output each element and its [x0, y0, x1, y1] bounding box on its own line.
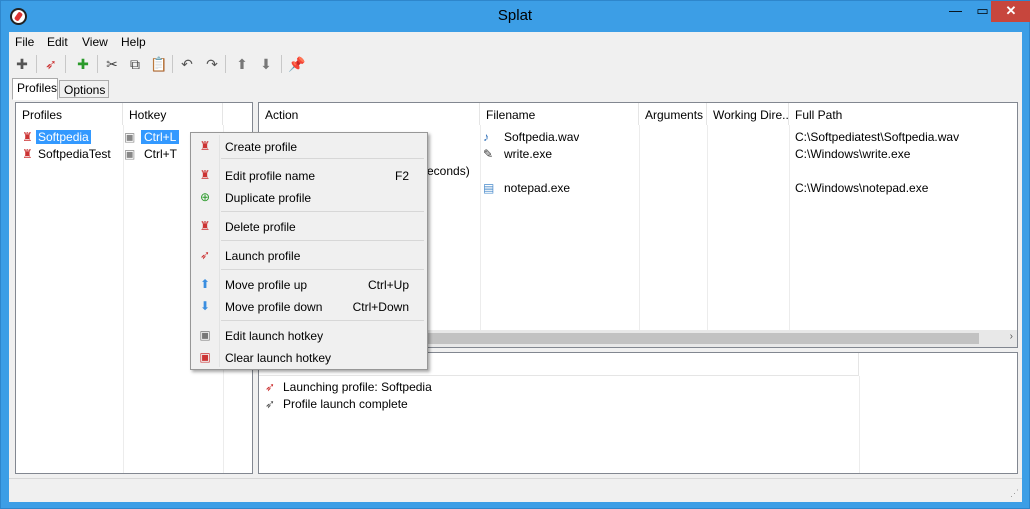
- profile-icon: ♜: [22, 147, 33, 161]
- hotkey-icon: ▣: [124, 130, 136, 144]
- profile-hotkey: Ctrl+T: [144, 147, 177, 161]
- edit-profile-icon: ♜: [199, 168, 211, 182]
- redo-icon[interactable]: ↷: [202, 54, 222, 74]
- launch-icon: ➶: [265, 380, 276, 394]
- complete-icon: ➶: [265, 397, 276, 411]
- shortcut-f2: F2: [394, 169, 409, 183]
- toolbar-separator: [225, 55, 226, 73]
- filename-cell: write.exe: [504, 147, 553, 161]
- menu-item-clear-launch-hotkey[interactable]: ▣ Clear launch hotkey: [193, 347, 425, 367]
- move-up-icon[interactable]: ⬆: [232, 54, 252, 74]
- notepad-icon: ▤: [483, 181, 495, 195]
- scroll-right-icon[interactable]: ›: [1010, 331, 1013, 342]
- shortcut-ctrl-up: Ctrl+Up: [367, 278, 409, 292]
- full-path-cell: C:\Windows\notepad.exe: [795, 181, 929, 195]
- client-area: File Edit View Help ✚ ➶ ✚ ✂ ⧉ 📋 ↶ ↷ ⬆ ⬇ …: [9, 32, 1022, 502]
- profile-name: Softpedia: [36, 130, 91, 144]
- scrollbar-thumb[interactable]: [419, 333, 979, 344]
- move-down-icon[interactable]: ⬇: [256, 54, 276, 74]
- menu-item-duplicate-profile[interactable]: ⊕ Duplicate profile: [193, 187, 425, 207]
- menu-bar: File Edit View Help: [9, 32, 1022, 51]
- tab-profiles[interactable]: Profiles: [12, 78, 58, 100]
- pin-icon[interactable]: 📌: [287, 54, 307, 74]
- copy-icon[interactable]: ⧉: [125, 54, 145, 74]
- column-header-hotkey[interactable]: Hotkey: [123, 103, 223, 125]
- menu-help[interactable]: Help: [121, 35, 146, 49]
- create-profile-icon: ♜: [199, 139, 211, 153]
- sound-file-icon: ♪: [483, 130, 489, 144]
- new-profile-icon[interactable]: ✚: [12, 54, 32, 74]
- delete-profile-icon: ♜: [199, 219, 211, 233]
- profile-context-menu: ♜ Create profile ♜ Edit profile name F2 …: [190, 132, 428, 370]
- menu-item-edit-launch-hotkey[interactable]: ▣ Edit launch hotkey: [193, 325, 425, 345]
- toolbar: ✚ ➶ ✚ ✂ ⧉ 📋 ↶ ↷ ⬆ ⬇ 📌: [9, 52, 1022, 78]
- log-text: Profile launch complete: [283, 397, 408, 411]
- filename-cell: notepad.exe: [504, 181, 571, 195]
- log-list[interactable]: ➶ Launching profile: Softpedia ➶ Profile…: [258, 352, 1018, 474]
- full-path-cell: C:\Windows\write.exe: [795, 147, 911, 161]
- profile-icon: ♜: [22, 130, 33, 144]
- menu-item-create-profile[interactable]: ♜ Create profile: [193, 136, 425, 156]
- hotkey-icon: ▣: [124, 147, 136, 161]
- cut-icon[interactable]: ✂: [102, 54, 122, 74]
- toolbar-separator: [172, 55, 173, 73]
- duplicate-profile-icon: ⊕: [199, 190, 211, 204]
- window-title: Splat: [497, 7, 533, 24]
- minimize-button[interactable]: —: [942, 1, 969, 22]
- filename-cell: Softpedia.wav: [504, 130, 580, 144]
- menu-item-edit-profile-name[interactable]: ♜ Edit profile name F2: [193, 165, 425, 185]
- column-header-working-dir[interactable]: Working Dire...: [707, 103, 789, 125]
- column-header-filename[interactable]: Filename: [480, 103, 639, 125]
- toolbar-separator: [281, 55, 282, 73]
- close-button[interactable]: ✕: [991, 1, 1030, 22]
- menu-view[interactable]: View: [82, 35, 108, 49]
- menu-item-delete-profile[interactable]: ♜ Delete profile: [193, 216, 425, 236]
- clear-hotkey-icon: ▣: [199, 350, 211, 364]
- menu-file[interactable]: File: [15, 35, 34, 49]
- action-cell: econds): [427, 164, 470, 178]
- arrow-down-icon: ⬇: [199, 299, 211, 313]
- profile-name: SoftpediaTest: [38, 147, 111, 161]
- tab-options[interactable]: Options: [59, 80, 109, 98]
- toolbar-separator: [97, 55, 98, 73]
- write-app-icon: ✎: [483, 147, 494, 161]
- launch-icon: ➶: [199, 248, 211, 262]
- column-header-action[interactable]: Action: [259, 103, 480, 125]
- log-row: ➶ Launching profile: Softpedia: [259, 379, 1017, 396]
- app-window: Splat — ▭ ✕ File Edit View Help ✚ ➶ ✚ ✂ …: [0, 0, 1030, 509]
- menu-item-move-profile-up[interactable]: ⬆ Move profile up Ctrl+Up: [193, 274, 425, 294]
- edit-hotkey-icon: ▣: [199, 328, 211, 342]
- arrow-up-icon: ⬆: [199, 277, 211, 291]
- full-path-cell: C:\Softpediatest\Softpedia.wav: [795, 130, 960, 144]
- column-header-arguments[interactable]: Arguments: [639, 103, 707, 125]
- resize-grip[interactable]: ⋰: [1010, 488, 1020, 498]
- menu-item-move-profile-down[interactable]: ⬇ Move profile down Ctrl+Down: [193, 296, 425, 316]
- shortcut-ctrl-down: Ctrl+Down: [352, 300, 409, 314]
- title-bar[interactable]: Splat — ▭ ✕: [1, 1, 1030, 32]
- log-text: Launching profile: Softpedia: [283, 380, 432, 394]
- toolbar-separator: [65, 55, 66, 73]
- column-header-full-path[interactable]: Full Path: [789, 103, 1017, 125]
- log-row: ➶ Profile launch complete: [259, 396, 1017, 413]
- undo-icon[interactable]: ↶: [177, 54, 197, 74]
- launch-profile-icon[interactable]: ➶: [41, 54, 61, 74]
- menu-edit[interactable]: Edit: [47, 35, 68, 49]
- status-bar: ⋰: [9, 478, 1022, 500]
- add-action-icon[interactable]: ✚: [73, 54, 93, 74]
- paste-icon[interactable]: 📋: [149, 54, 169, 74]
- column-header-profiles[interactable]: Profiles: [16, 103, 123, 125]
- profile-hotkey: Ctrl+L: [141, 130, 180, 144]
- menu-item-launch-profile[interactable]: ➶ Launch profile: [193, 245, 425, 265]
- toolbar-separator: [36, 55, 37, 73]
